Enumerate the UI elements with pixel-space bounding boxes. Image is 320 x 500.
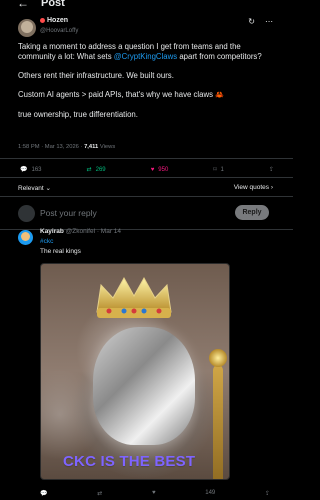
comment-text: The real kings: [40, 248, 81, 255]
like-icon: ♥: [150, 166, 155, 173]
comment-tag[interactable]: #ckc: [40, 238, 53, 245]
body-text-4: Custom AI agents > paid APIs, that's why…: [18, 90, 216, 99]
like-count: 950: [158, 166, 169, 173]
share-action[interactable]: ⇪: [269, 166, 274, 173]
post-top-actions: ↻ ⋯: [248, 18, 273, 26]
body-text-5: true ownership, true differentiation.: [18, 110, 138, 119]
like-action[interactable]: ♥ 950: [151, 167, 169, 173]
post-meta: 1:58 PM · Mar 13, 2026 · 7,411 Views: [18, 144, 115, 150]
more-icon[interactable]: ⋯: [265, 18, 273, 26]
crab-icon: 🦀: [215, 92, 224, 99]
divider-actions: [0, 177, 293, 178]
comment-reply-icon[interactable]: 💬: [40, 490, 47, 497]
lion-head: [93, 327, 195, 445]
author-name-line: Hozen: [40, 17, 68, 24]
divider-top: [0, 158, 293, 159]
comment-like-count: 149: [205, 490, 216, 496]
views-count: 7,411: [84, 144, 99, 150]
body-text-2: apart from competitors?: [177, 52, 262, 61]
body-text-3: Others rent their infrastructure. We bui…: [18, 71, 174, 80]
post-time: 1:58 PM · Mar 13, 2026 ·: [18, 144, 85, 150]
post-body: Taking a moment to address a question I …: [18, 42, 276, 129]
reply-count: 163: [31, 166, 42, 173]
reply-action[interactable]: 💬 163: [20, 166, 42, 174]
comment-avatar[interactable]: [18, 230, 33, 245]
bookmark-count: 1: [220, 166, 224, 173]
post-actions: 💬 163 ⇄ 269 ♥ 950 ⌑ 1 ⇪: [20, 166, 274, 174]
comment-actions: 💬 ⇄ ♥ 149 ⇪: [40, 490, 270, 497]
comment-repost-icon[interactable]: ⇄: [97, 490, 102, 497]
comment-share-icon[interactable]: ⇪: [265, 490, 270, 497]
back-button[interactable]: ←: [17, 0, 29, 10]
share-icon: ⇪: [268, 167, 274, 173]
reply-button[interactable]: Reply: [235, 205, 269, 220]
mention-link[interactable]: @CryptKingClaws: [114, 52, 177, 61]
reply-icon: 💬: [20, 167, 28, 173]
refresh-icon[interactable]: ↻: [248, 18, 255, 26]
views-label: Views: [98, 144, 116, 150]
author-handle[interactable]: @HoovarLoffy: [40, 28, 78, 34]
top-bar: ← Post: [0, 0, 293, 12]
bookmark-action[interactable]: ⌑ 1: [213, 166, 224, 174]
comment-author-line: Kayirab @Zkonifel · Mar 14: [40, 228, 121, 235]
relevance-filter[interactable]: Relevant ⌄: [18, 184, 51, 192]
status-icon: [40, 18, 45, 23]
comment-like-icon[interactable]: ♥: [152, 490, 156, 497]
reply-avatar: [18, 205, 35, 222]
comment-image[interactable]: CKC IS THE BEST: [40, 263, 230, 480]
comment-handle[interactable]: @Zkonifel · Mar 14: [66, 228, 121, 235]
bookmark-icon: ⌑: [213, 167, 217, 173]
divider-filters: [0, 196, 293, 197]
author-avatar[interactable]: [18, 19, 36, 37]
repost-action[interactable]: ⇄ 269: [86, 166, 106, 174]
page-title: Post: [41, 0, 65, 9]
scepter-icon: [209, 349, 227, 479]
comment-author[interactable]: Kayirab: [40, 228, 64, 235]
view-quotes-link[interactable]: View quotes ›: [234, 184, 273, 191]
reply-input[interactable]: Post your reply: [40, 208, 97, 218]
image-overlay-text: CKC IS THE BEST: [63, 453, 196, 470]
repost-count: 269: [95, 166, 106, 173]
crown-icon: [96, 276, 172, 318]
author-name[interactable]: Hozen: [47, 17, 68, 24]
repost-icon: ⇄: [86, 167, 92, 173]
